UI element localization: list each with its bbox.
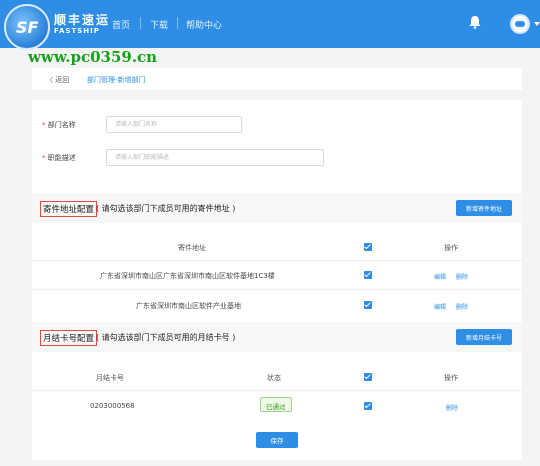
nav-download[interactable]: 下载 (150, 18, 168, 31)
bell-icon[interactable] (469, 15, 481, 29)
nav-divider (140, 17, 141, 29)
nav-divider (177, 17, 178, 29)
save-button[interactable]: 保存 (256, 432, 298, 448)
edit-address-link[interactable]: 编辑 (434, 302, 446, 311)
brand-subtitle: FASTSHIP (54, 27, 100, 35)
dept-duty-label: * 职能描述 (42, 154, 76, 162)
user-avatar-icon[interactable] (510, 14, 530, 34)
status-badge: 已通过 (260, 397, 292, 412)
delete-card-link[interactable]: 删除 (446, 403, 458, 412)
nav-home[interactable]: 首页 (112, 18, 130, 31)
card-section-title: 月结卡号配置 (40, 330, 98, 346)
department-form: * 部门名称 * 职能描述 寄件地址配置 ( 请勾选该部门下成员可用的寄件地址 … (32, 100, 522, 460)
address-column-header: 寄件地址 (178, 244, 206, 252)
address-section-hint: ( 请勾选该部门下成员可用的寄件地址 ) (96, 204, 236, 213)
address-row-checkbox[interactable] (364, 301, 372, 309)
watermark-text: www.pc0359.cn (28, 48, 158, 66)
select-all-card-checkbox[interactable] (364, 373, 372, 381)
logo-mark: SF (16, 18, 39, 37)
back-link[interactable]: 〈 返回 (46, 75, 69, 85)
chevron-down-icon[interactable] (534, 22, 540, 26)
add-card-button[interactable]: 新增月结卡号 (456, 329, 512, 345)
status-column-header: 状态 (267, 374, 281, 382)
dept-name-label: * 部门名称 (42, 121, 76, 129)
delete-address-link[interactable]: 删除 (456, 302, 468, 311)
top-navigation-bar: SF 顺丰速运 FASTSHIP 首页 下载 帮助中心 (0, 0, 540, 50)
breadcrumb: 〈 返回 部门管理-新增部门 (32, 68, 522, 90)
delete-address-link[interactable]: 删除 (456, 272, 468, 281)
add-address-button[interactable]: 新增寄件地址 (456, 200, 512, 216)
card-section-hint: ( 请勾选该部门下成员可用的月结卡号 ) (96, 333, 236, 342)
nav-help-center[interactable]: 帮助中心 (186, 18, 222, 31)
card-column-header: 月结卡号 (96, 374, 124, 382)
card-section-header: 月结卡号配置 ( 请勾选该部门下成员可用的月结卡号 ) 新增月结卡号 (32, 322, 522, 352)
select-all-address-checkbox[interactable] (364, 243, 372, 251)
logo-icon[interactable]: SF (4, 4, 50, 50)
row-divider (32, 390, 522, 391)
breadcrumb-path: 部门管理-新增部门 (87, 76, 146, 84)
brand-name: 顺丰速运 (54, 13, 111, 27)
address-cell: 广东省深圳市南山区广东省深圳市南山区软件基地1C3楼 (100, 272, 275, 280)
card-actions-header: 操作 (444, 374, 458, 382)
card-row-checkbox[interactable] (364, 402, 372, 410)
address-cell: 广东省深圳市南山区软件产业基地 (136, 302, 241, 310)
dept-name-input[interactable] (106, 116, 242, 133)
row-divider (32, 260, 522, 261)
address-actions-header: 操作 (444, 244, 458, 252)
dept-duty-input[interactable] (106, 149, 324, 166)
address-section-header: 寄件地址配置 ( 请勾选该部门下成员可用的寄件地址 ) 新增寄件地址 (32, 193, 522, 223)
row-divider (32, 289, 522, 290)
address-row-checkbox[interactable] (364, 271, 372, 279)
address-section-title: 寄件地址配置 (40, 201, 98, 217)
edit-address-link[interactable]: 编辑 (434, 272, 446, 281)
card-number-cell: 0203000568 (90, 402, 135, 410)
